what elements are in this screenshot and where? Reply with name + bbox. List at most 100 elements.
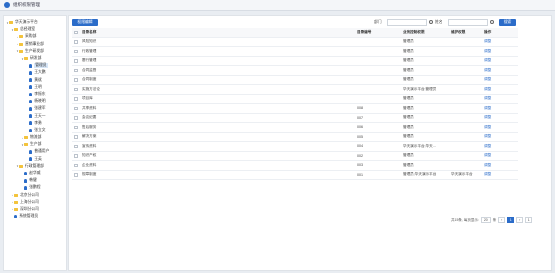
cell-action-link[interactable]: 调整	[482, 170, 518, 180]
table-row: 解决方案 005 管理员 调整	[72, 132, 518, 142]
tree-node[interactable]: ▾ 总经理室	[4, 26, 66, 33]
cell-action-link[interactable]: 调整	[482, 65, 518, 76]
table-header-row: 目录名称 目录编号 业务控制权限 维护权限 操作	[72, 28, 518, 38]
app-title: 组织权限管理	[13, 2, 40, 7]
tree-node-label: 生产研发部	[25, 48, 44, 53]
row-checkbox[interactable]	[72, 160, 80, 171]
tree-node[interactable]: 王明	[4, 84, 66, 91]
tree-node[interactable]: 李振东	[4, 91, 66, 98]
tree-node[interactable]: 韩健	[4, 177, 66, 184]
tree-node[interactable]: 系统管理员	[4, 213, 66, 220]
tree-node[interactable]: ▾ 华天演示平台	[4, 19, 66, 26]
name-search-icon[interactable]	[490, 20, 494, 24]
tree-node[interactable]: 黄斌	[4, 77, 66, 84]
tree-node[interactable]: ▾ 研发部	[4, 55, 66, 62]
page-number[interactable]: 1	[507, 217, 515, 223]
tree-node[interactable]: ▾ 生产研发部	[4, 48, 66, 55]
header-dir-name: 目录名称	[80, 28, 355, 38]
tree-node[interactable]: › 北京分公司	[4, 192, 66, 199]
tree-node[interactable]: › 物流部	[4, 134, 66, 141]
tree-node[interactable]: › 深圳分公司	[4, 206, 66, 213]
cell-action-link[interactable]: 调整	[482, 84, 518, 95]
edit-permission-button[interactable]: 权限编辑	[72, 19, 98, 26]
table-row: 合同监督 管理员 调整	[72, 65, 518, 76]
user-icon	[14, 214, 18, 219]
goto-page-input[interactable]: 1	[525, 217, 533, 223]
row-checkbox[interactable]	[72, 84, 80, 95]
prev-page-icon[interactable]: ‹	[498, 217, 506, 223]
row-checkbox[interactable]	[72, 56, 80, 66]
row-checkbox[interactable]	[72, 46, 80, 57]
row-checkbox[interactable]	[72, 132, 80, 142]
cell-control-permission: 管理员	[401, 75, 449, 85]
cell-action-link[interactable]: 调整	[482, 37, 518, 47]
tree-node[interactable]: › 营销事业部	[4, 41, 66, 48]
user-icon	[29, 114, 33, 118]
cell-control-permission: 管理员	[401, 103, 449, 114]
cell-maintain-permission	[449, 160, 482, 171]
cell-action-link[interactable]: 调整	[482, 46, 518, 57]
row-checkbox[interactable]	[72, 103, 80, 114]
tree-node[interactable]: › 上海分公司	[4, 199, 66, 206]
tree-node[interactable]: 王英	[4, 156, 66, 163]
tree-node[interactable]: 王大鹏	[4, 69, 66, 76]
cell-action-link[interactable]: 调整	[482, 141, 518, 152]
cell-action-link[interactable]: 调整	[482, 122, 518, 133]
tree-node[interactable]: 管理员	[4, 62, 66, 69]
tree-node[interactable]: 张立文	[4, 127, 66, 134]
table-row: 宣传资料 004 华天演示平台;华天... 调整	[72, 141, 518, 152]
tree-node[interactable]: 王天一	[4, 112, 66, 119]
cell-action-link[interactable]: 调整	[482, 103, 518, 114]
cell-maintain-permission	[449, 141, 482, 152]
name-input[interactable]	[448, 19, 488, 26]
cell-action-link[interactable]: 调整	[482, 151, 518, 161]
cell-action-link[interactable]: 调整	[482, 56, 518, 66]
tree-node[interactable]: 李勇	[4, 120, 66, 127]
cell-dir-code: 006	[355, 122, 401, 133]
table-row: 会议纪要 007 管理员 调整	[72, 113, 518, 123]
row-checkbox[interactable]	[72, 113, 80, 123]
cell-maintain-permission	[449, 37, 482, 47]
dept-input[interactable]	[387, 19, 427, 26]
tree-node[interactable]: 赵华威	[4, 170, 66, 177]
cell-dir-code	[355, 94, 401, 104]
row-checkbox[interactable]	[72, 170, 80, 180]
cell-dir-code	[355, 65, 401, 76]
tree-node[interactable]: › 采购部	[4, 33, 66, 40]
cell-maintain-permission	[449, 84, 482, 95]
tree-node[interactable]: 普通用户	[4, 148, 66, 155]
cell-action-link[interactable]: 调整	[482, 160, 518, 171]
page-size-select[interactable]: 20	[480, 217, 491, 223]
tree-node-label: 管理员	[34, 63, 48, 69]
tree-node[interactable]: ▾ 行政管理部	[4, 163, 66, 170]
tree-node-label: 王明	[34, 84, 42, 89]
tree-node[interactable]: ▾ 生产部	[4, 141, 66, 148]
user-icon	[29, 85, 33, 90]
select-all-checkbox[interactable]	[72, 28, 80, 38]
next-page-icon[interactable]: ›	[516, 217, 524, 223]
tree-node[interactable]: 张建军	[4, 105, 66, 112]
tree-node-label: 黄斌	[34, 77, 42, 82]
cell-action-link[interactable]: 调整	[482, 113, 518, 123]
row-checkbox[interactable]	[72, 151, 80, 161]
cell-dir-code: 001	[355, 170, 401, 180]
tree-node[interactable]: 张鹏程	[4, 184, 66, 191]
cell-control-permission: 管理员	[401, 151, 449, 161]
dept-search-icon[interactable]	[429, 20, 433, 24]
tree-node[interactable]: 杨晓明	[4, 98, 66, 105]
cell-action-link[interactable]: 调整	[482, 94, 518, 104]
tree-node-label: 赵华威	[29, 171, 41, 176]
row-checkbox[interactable]	[72, 65, 80, 76]
row-checkbox[interactable]	[72, 94, 80, 104]
folder-icon	[24, 57, 28, 61]
row-checkbox[interactable]	[72, 75, 80, 85]
title-bar: 组织权限管理	[0, 0, 555, 11]
row-checkbox[interactable]	[72, 122, 80, 133]
folder-icon	[24, 143, 28, 147]
search-button[interactable]: 搜索	[499, 19, 516, 26]
cell-action-link[interactable]: 调整	[482, 75, 518, 85]
row-checkbox[interactable]	[72, 37, 80, 47]
cell-action-link[interactable]: 调整	[482, 132, 518, 142]
row-checkbox[interactable]	[72, 141, 80, 152]
tree-node-label: 物流部	[30, 135, 42, 140]
